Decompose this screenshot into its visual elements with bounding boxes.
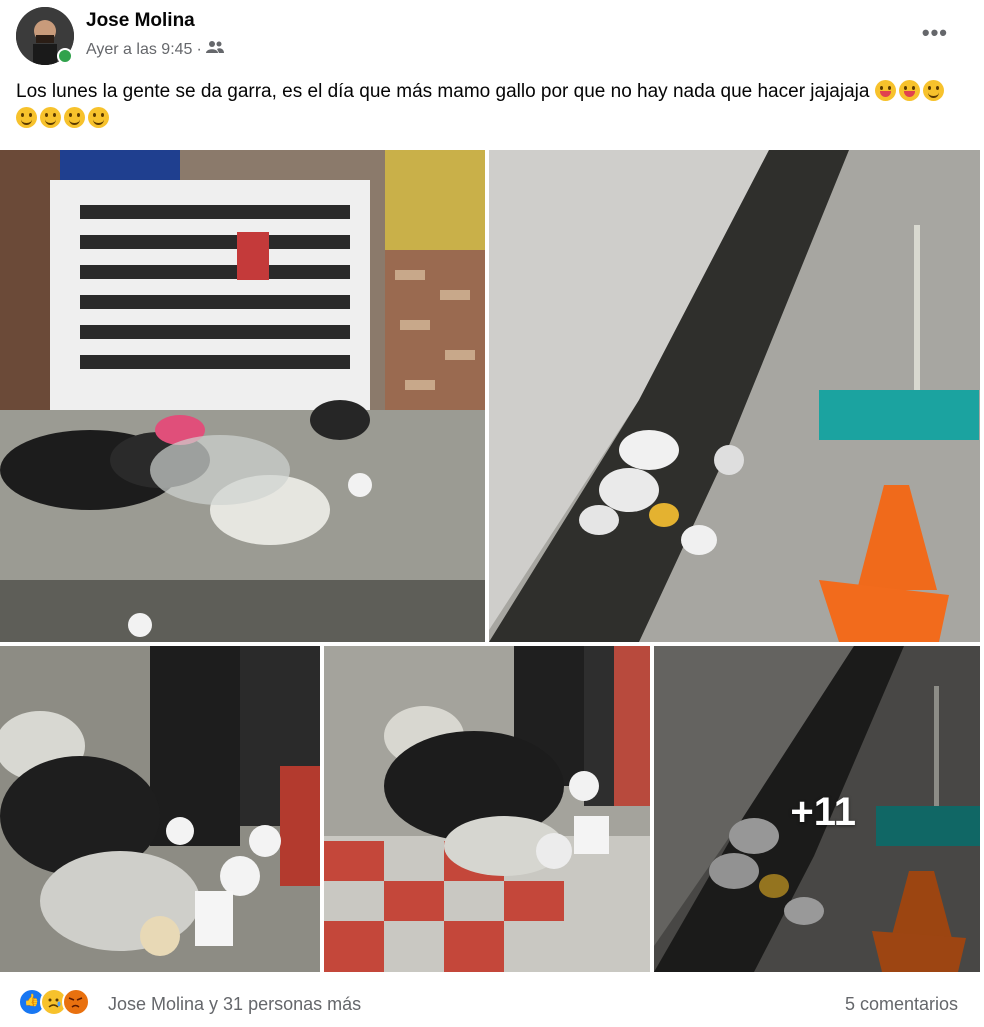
photo-4[interactable] <box>324 646 650 972</box>
friends-icon[interactable] <box>205 40 224 59</box>
grin-emoji-icon <box>922 80 944 101</box>
grin-emoji-icon <box>88 107 109 128</box>
grin-emoji-icon <box>40 107 61 128</box>
post-text: Los lunes la gente se da garra, es el dí… <box>16 81 870 102</box>
author-name[interactable]: Jose Molina <box>86 10 195 32</box>
online-status-dot <box>57 48 73 64</box>
post-header: Jose Molina Ayer a las 9:45 · ••• <box>0 0 984 70</box>
post-text-container: Los lunes la gente se da garra, es el dí… <box>16 78 966 132</box>
more-options-icon[interactable]: ••• <box>922 20 948 46</box>
post-footer: Jose Molina y 31 personas más 5 comentar… <box>0 984 984 1027</box>
reactions-summary[interactable]: Jose Molina y 31 personas más <box>108 994 361 1015</box>
photo-2[interactable] <box>489 150 980 642</box>
more-photos-count[interactable]: +11 <box>790 790 856 835</box>
tongue-emoji-icon <box>874 80 896 101</box>
photo-3[interactable] <box>0 646 320 972</box>
grin-emoji-icon <box>16 107 37 128</box>
photo-1[interactable] <box>0 150 485 642</box>
reaction-icons[interactable] <box>18 988 90 1016</box>
meta-separator: · <box>196 40 202 58</box>
grin-emoji-icon <box>64 107 85 128</box>
angry-icon[interactable] <box>62 988 90 1016</box>
tongue-emoji-icon <box>898 80 920 101</box>
comments-count[interactable]: 5 comentarios <box>845 994 958 1015</box>
post-meta: Ayer a las 9:45 · <box>86 40 224 59</box>
post-timestamp[interactable]: Ayer a las 9:45 <box>86 41 192 59</box>
